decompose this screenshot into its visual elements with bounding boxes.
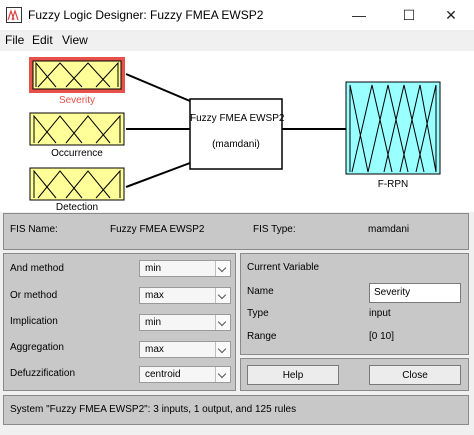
help-button[interactable]: Help bbox=[247, 365, 339, 385]
output-frpn-block[interactable] bbox=[345, 81, 441, 175]
close-window-button[interactable]: ✕ bbox=[428, 0, 474, 30]
fis-info-panel: FIS Name: Fuzzy FMEA EWSP2 FIS Type: mam… bbox=[3, 213, 469, 250]
buttons-panel: Help Close bbox=[240, 358, 469, 391]
menu-bar: File Edit View bbox=[0, 30, 474, 50]
and-method-value: min bbox=[145, 263, 162, 274]
connector-detection bbox=[125, 162, 191, 188]
variable-range-value: [0 10] bbox=[369, 331, 395, 342]
current-variable-heading: Current Variable bbox=[247, 262, 320, 273]
input-severity-block[interactable] bbox=[29, 57, 125, 93]
system-block[interactable] bbox=[189, 98, 283, 170]
status-text: System "Fuzzy FMEA EWSP2": 3 inputs, 1 o… bbox=[10, 404, 297, 415]
chevron-down-icon bbox=[215, 367, 230, 382]
menu-edit[interactable]: Edit bbox=[32, 33, 53, 47]
chevron-down-icon bbox=[215, 261, 230, 276]
chevron-down-icon bbox=[215, 288, 230, 303]
and-method-dropdown[interactable]: min bbox=[139, 260, 231, 277]
input-label-detection: Detection bbox=[55, 202, 99, 213]
defuzzification-value: centroid bbox=[145, 369, 181, 380]
menu-file[interactable]: File bbox=[5, 33, 24, 47]
chevron-down-icon bbox=[215, 315, 230, 330]
implication-value: min bbox=[145, 317, 162, 328]
close-button[interactable]: Close bbox=[369, 365, 461, 385]
window-title: Fuzzy Logic Designer: Fuzzy FMEA EWSP2 bbox=[28, 8, 264, 22]
aggregation-value: max bbox=[145, 344, 164, 355]
fis-type-value: mamdani bbox=[368, 224, 410, 235]
variable-range-label: Range bbox=[247, 331, 277, 342]
input-label-severity: Severity bbox=[58, 95, 96, 106]
app-icon bbox=[6, 7, 22, 23]
or-method-label: Or method bbox=[10, 290, 58, 301]
or-method-dropdown[interactable]: max bbox=[139, 287, 231, 304]
variable-name-label: Name bbox=[247, 286, 274, 297]
aggregation-label: Aggregation bbox=[10, 342, 64, 353]
input-label-occurrence: Occurrence bbox=[51, 148, 103, 159]
aggregation-dropdown[interactable]: max bbox=[139, 341, 231, 358]
or-method-value: max bbox=[145, 290, 164, 301]
title-bar: Fuzzy Logic Designer: Fuzzy FMEA EWSP2 —… bbox=[0, 0, 474, 30]
variable-type-label: Type bbox=[247, 308, 269, 319]
system-type-label: (mamdani) bbox=[212, 139, 260, 150]
system-name-label: Fuzzy FMEA EWSP2 bbox=[190, 113, 285, 124]
connector-severity bbox=[125, 73, 191, 102]
maximize-button[interactable]: ☐ bbox=[386, 0, 432, 30]
and-method-label: And method bbox=[10, 263, 64, 274]
input-detection-block[interactable] bbox=[29, 167, 125, 201]
status-bar: System "Fuzzy FMEA EWSP2": 3 inputs, 1 o… bbox=[3, 395, 469, 425]
chevron-down-icon bbox=[215, 342, 230, 357]
implication-label: Implication bbox=[10, 316, 58, 327]
minimize-button[interactable]: — bbox=[336, 0, 382, 30]
variable-name-input[interactable]: Severity bbox=[369, 283, 461, 303]
fis-name-label: FIS Name: bbox=[10, 224, 58, 235]
fis-type-label: FIS Type: bbox=[253, 224, 296, 235]
defuzzification-label: Defuzzification bbox=[10, 368, 76, 379]
defuzzification-dropdown[interactable]: centroid bbox=[139, 366, 231, 383]
current-variable-panel: Current Variable Name Severity Type inpu… bbox=[240, 253, 469, 355]
menu-view[interactable]: View bbox=[62, 33, 88, 47]
implication-dropdown[interactable]: min bbox=[139, 314, 231, 331]
fis-name-value: Fuzzy FMEA EWSP2 bbox=[110, 224, 205, 235]
fis-diagram: Severity Occurrence Detection Fuzzy FMEA… bbox=[0, 51, 474, 213]
output-label-frpn: F-RPN bbox=[377, 179, 409, 190]
variable-type-value: input bbox=[369, 308, 391, 319]
methods-panel: And method min Or method max Implication… bbox=[3, 253, 236, 391]
input-occurrence-block[interactable] bbox=[29, 112, 125, 146]
